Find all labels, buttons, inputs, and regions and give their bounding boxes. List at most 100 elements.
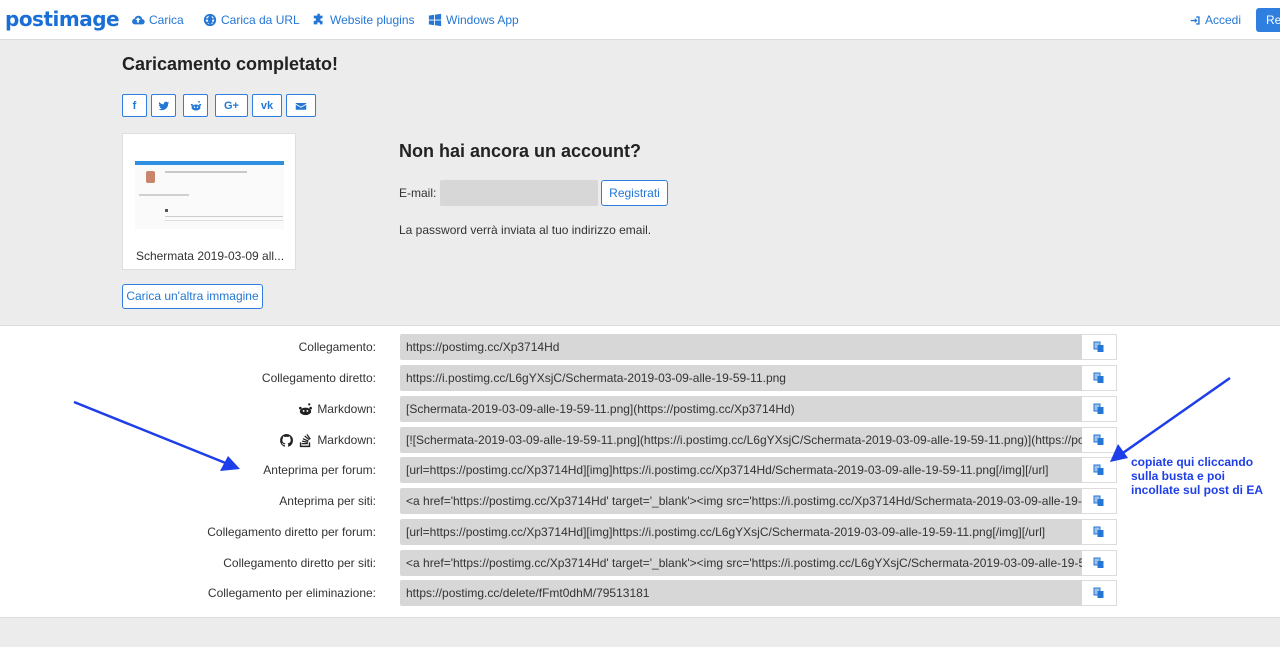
logo[interactable]: postimage: [5, 7, 120, 31]
nav-carica-url-label: Carica da URL: [221, 13, 300, 27]
link-field[interactable]: https://postimg.cc/Xp3714Hd: [400, 334, 1082, 360]
link-label-text: Collegamento diretto:: [261, 371, 376, 385]
register-button[interactable]: Registrati: [601, 180, 668, 206]
copy-icon: [1093, 587, 1104, 598]
link-row-eliminazione: Collegamento per eliminazione: https://p…: [0, 580, 1280, 606]
uploaded-image-card[interactable]: Schermata 2019-03-09 all...: [122, 133, 296, 270]
share-vk-button[interactable]: vk: [252, 94, 282, 117]
link-label: Collegamento diretto per forum:: [207, 519, 376, 545]
share-reddit-button[interactable]: [183, 94, 208, 117]
link-label: Collegamento:: [299, 334, 376, 360]
link-field[interactable]: https://i.postimg.cc/L6gYXsjC/Schermata-…: [400, 365, 1082, 391]
upload-another-button[interactable]: Carica un'altra immagine: [122, 284, 263, 309]
copy-icon: [1093, 341, 1104, 352]
page-title: Caricamento completato!: [122, 54, 339, 74]
sign-in-icon: [1190, 15, 1200, 25]
copy-button[interactable]: [1082, 580, 1117, 606]
google-plus-icon: G+: [224, 99, 239, 112]
share-email-button[interactable]: [286, 94, 316, 117]
nav-windows-app-label: Windows App: [446, 13, 519, 27]
link-row-markdown-reddit: Markdown: [Schermata-2019-03-09-alle-19-…: [0, 396, 1280, 422]
link-field[interactable]: [url=https://postimg.cc/Xp3714Hd][img]ht…: [400, 519, 1082, 545]
nav-windows-app[interactable]: Windows App: [428, 12, 519, 28]
copy-button[interactable]: [1082, 550, 1117, 576]
thumbnail-header-bar: [135, 161, 284, 165]
links-panel: Collegamento: https://postimg.cc/Xp3714H…: [0, 325, 1280, 618]
email-label: E-mail:: [399, 186, 437, 200]
windows-icon: [428, 13, 442, 27]
copy-button[interactable]: [1082, 488, 1117, 514]
link-label: Collegamento diretto:: [262, 365, 376, 391]
account-title: Non hai ancora un account?: [399, 141, 642, 161]
copy-button[interactable]: [1082, 457, 1117, 483]
globe-icon: [203, 13, 217, 27]
register-nav-button[interactable]: Re: [1256, 8, 1280, 32]
copy-icon: [1093, 434, 1104, 445]
nav-website-plugins[interactable]: Website plugins: [312, 12, 415, 28]
share-twitter-button[interactable]: [151, 94, 176, 117]
link-row-collegamento: Collegamento: https://postimg.cc/Xp3714H…: [0, 334, 1280, 360]
link-field[interactable]: <a href='https://postimg.cc/Xp3714Hd' ta…: [400, 488, 1082, 514]
link-label: Anteprima per forum:: [263, 457, 376, 483]
vk-icon: vk: [260, 99, 274, 112]
link-row-diretto-siti: Collegamento diretto per siti: <a href='…: [0, 550, 1280, 576]
top-navbar: postimage Carica Carica da URL Website p…: [0, 0, 1280, 40]
link-field[interactable]: [Schermata-2019-03-09-alle-19-59-11.png]…: [400, 396, 1082, 422]
share-google-plus-button[interactable]: G+: [215, 94, 248, 117]
thumbnail-line: [165, 220, 283, 221]
copy-button[interactable]: [1082, 427, 1117, 453]
nav-accedi-label: Accedi: [1205, 13, 1242, 27]
link-label-text: Markdown:: [317, 402, 376, 416]
link-field[interactable]: [![Schermata-2019-03-09-alle-19-59-11.pn…: [400, 427, 1082, 453]
nav-website-plugins-label: Website plugins: [330, 13, 415, 27]
nav-carica-url[interactable]: Carica da URL: [203, 12, 300, 28]
envelope-icon: [295, 102, 307, 110]
twitter-icon: [157, 101, 169, 110]
nav-accedi[interactable]: Accedi: [1190, 12, 1241, 28]
copy-icon: [1093, 464, 1104, 475]
password-note: La password verrà inviata al tuo indiriz…: [399, 223, 652, 237]
link-row-diretto-forum: Collegamento diretto per forum: [url=htt…: [0, 519, 1280, 545]
link-label: Collegamento diretto per siti:: [223, 550, 376, 576]
copy-icon: [1093, 403, 1104, 414]
uploaded-image-thumbnail[interactable]: [135, 161, 284, 229]
nav-carica[interactable]: Carica: [131, 12, 184, 28]
github-icon: [280, 433, 294, 447]
puzzle-icon: [313, 13, 323, 25]
link-row-anteprima-forum: Anteprima per forum: [url=https://postim…: [0, 457, 1280, 483]
annotation-text: copiate qui cliccando sulla busta e poi …: [1131, 455, 1264, 497]
link-label-text: Collegamento diretto per siti:: [223, 556, 376, 570]
thumbnail-caption: Schermata 2019-03-09 all...: [135, 249, 285, 263]
link-label: Collegamento per eliminazione:: [208, 580, 376, 606]
copy-button[interactable]: [1082, 519, 1117, 545]
copy-icon: [1093, 372, 1104, 383]
reddit-icon: [190, 100, 201, 110]
link-field[interactable]: <a href='https://postimg.cc/Xp3714Hd' ta…: [400, 550, 1082, 576]
link-field[interactable]: [url=https://postimg.cc/Xp3714Hd][img]ht…: [400, 457, 1082, 483]
copy-icon: [1093, 495, 1104, 506]
reddit-icon: [299, 402, 313, 415]
link-row-markdown-github: Markdown: [![Schermata-2019-03-09-alle-1…: [0, 427, 1280, 453]
link-label-text: Collegamento diretto per forum:: [207, 525, 376, 539]
copy-button[interactable]: [1082, 365, 1117, 391]
link-label: Anteprima per siti:: [279, 488, 376, 514]
link-field[interactable]: https://postimg.cc/delete/fFmt0dhM/79513…: [400, 580, 1082, 606]
copy-icon: [1093, 526, 1104, 537]
copy-button[interactable]: [1082, 334, 1117, 360]
share-facebook-button[interactable]: f: [122, 94, 147, 117]
thumbnail-avatar: [146, 171, 155, 183]
thumbnail-line: [165, 171, 247, 173]
stackoverflow-icon: [300, 433, 312, 447]
copy-icon: [1093, 557, 1104, 568]
link-label-text: Collegamento per eliminazione:: [207, 586, 376, 600]
facebook-icon: f: [132, 99, 137, 112]
nav-carica-label: Carica: [149, 13, 184, 27]
link-label-text: Markdown:: [317, 433, 376, 447]
thumbnail-line: [139, 194, 189, 196]
email-field[interactable]: [440, 180, 598, 206]
copy-button[interactable]: [1082, 396, 1117, 422]
link-label-text: Anteprima per forum:: [263, 463, 376, 477]
thumbnail-dot: [165, 209, 168, 212]
link-label: Markdown:: [298, 396, 376, 422]
link-label-text: Anteprima per siti:: [279, 494, 376, 508]
